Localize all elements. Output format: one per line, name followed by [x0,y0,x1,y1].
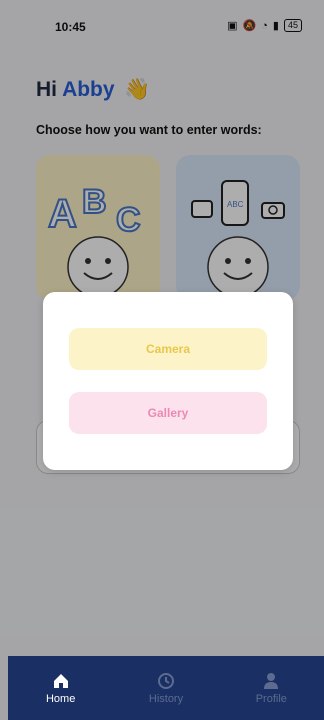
profile-icon [264,672,279,689]
camera-button[interactable]: Camera [69,328,267,370]
history-icon [157,672,174,689]
home-icon [53,673,68,688]
nav-item-history[interactable]: History [113,656,218,720]
gallery-button[interactable]: Gallery [69,392,267,434]
nav-label-history: History [148,692,184,705]
nav-label-profile: Profile [255,692,287,705]
nav-item-profile[interactable]: Profile [219,656,324,720]
bottom-nav: Home History Profile [8,656,324,720]
nav-item-home[interactable]: Home [8,656,113,720]
nav-label-home: Home [45,692,76,705]
source-picker-dialog: Camera Gallery [43,292,293,470]
